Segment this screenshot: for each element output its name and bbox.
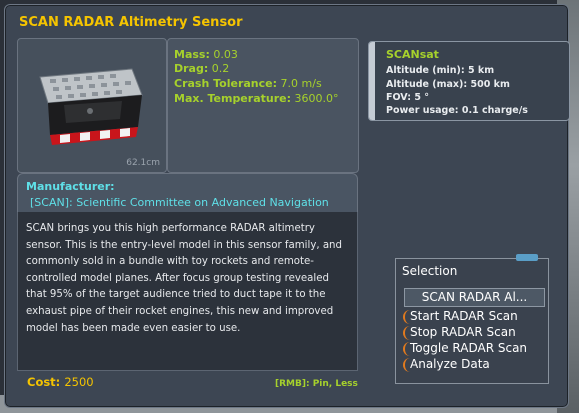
stat-crash-tolerance: Crash Tolerance: 7.0 m/s <box>174 77 322 90</box>
action-start-radar-scan[interactable]: Start RADAR Scan <box>410 309 518 323</box>
selected-part-name[interactable]: SCAN RADAR Al... <box>404 288 545 307</box>
manufacturer-value: [SCAN]: Scientific Committee on Advanced… <box>30 196 329 209</box>
stat-drag: Drag: 0.2 <box>174 62 230 75</box>
module-info-scansat[interactable]: SCANsat Altitude (min): 5 km Altitude (m… <box>368 41 570 121</box>
action-stop-radar-scan[interactable]: Stop RADAR Scan <box>410 325 516 339</box>
module-line: Altitude (max): 500 km <box>386 79 510 90</box>
selection-tab[interactable] <box>516 254 538 261</box>
window-title: SCAN RADAR Altimetry Sensor <box>19 15 243 30</box>
manufacturer-label: Manufacturer: <box>26 180 115 193</box>
radar-sensor-icon <box>39 68 143 145</box>
module-line: Power usage: 0.1 charge/s <box>386 105 528 116</box>
part-size-label: 62.1cm <box>126 158 160 168</box>
description-box[interactable]: SCAN brings you this high performance RA… <box>17 212 358 371</box>
part-stats: Mass: 0.03 Drag: 0.2 Crash Tolerance: 7.… <box>167 38 359 173</box>
stat-mass: Mass: 0.03 <box>174 48 238 61</box>
module-expand-handle[interactable] <box>369 42 375 120</box>
part-preview: 62.1cm <box>17 38 167 173</box>
selection-panel: Selection SCAN RADAR Al... Start RADAR S… <box>395 254 549 384</box>
action-toggle-radar-scan[interactable]: Toggle RADAR Scan <box>410 341 527 355</box>
manufacturer-box: Manufacturer: [SCAN]: Scientific Committ… <box>17 173 358 213</box>
cost: Cost: 2500 <box>27 375 94 389</box>
selection-title: Selection <box>402 264 458 278</box>
module-title: SCANsat <box>386 48 439 61</box>
rmb-hint: [RMB]: Pin, Less <box>275 379 358 389</box>
module-line: Altitude (min): 5 km <box>386 65 495 76</box>
description-text: SCAN brings you this high performance RA… <box>26 223 342 334</box>
stat-max-temperature: Max. Temperature: 3600.0° <box>174 92 339 105</box>
module-line: FOV: 5 ° <box>386 92 430 103</box>
action-analyze-data[interactable]: Analyze Data <box>410 357 490 371</box>
